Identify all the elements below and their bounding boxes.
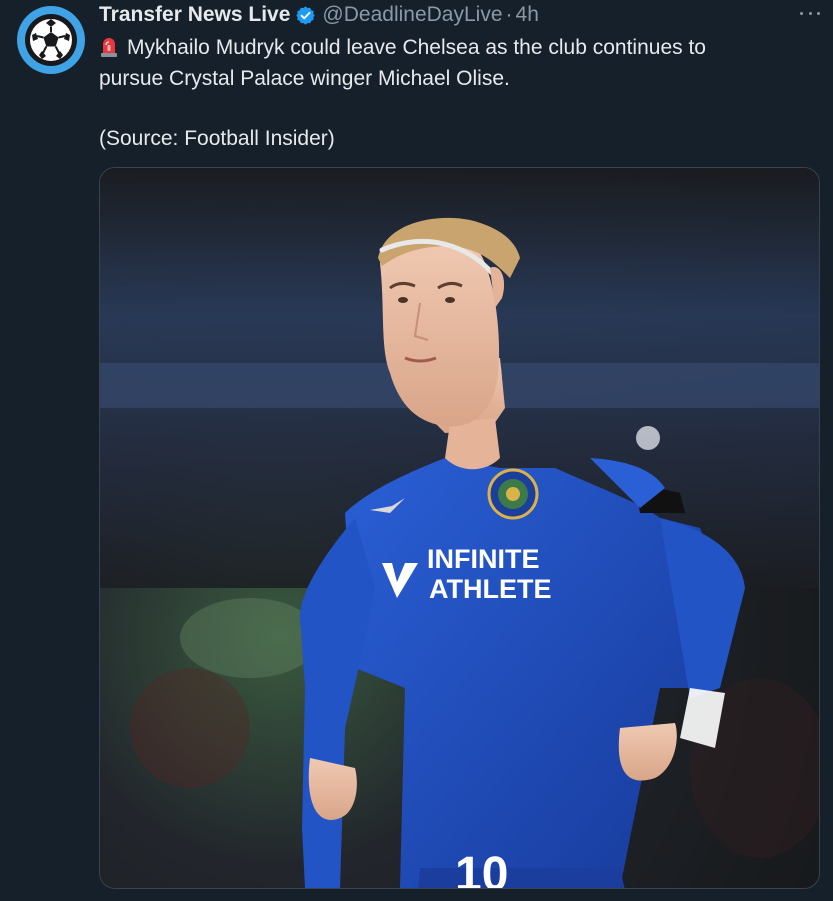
tweet-header: Transfer News Live @DeadlineDayLive · 4h <box>99 1 539 29</box>
author-avatar[interactable] <box>17 6 85 74</box>
tweet-timestamp[interactable]: 4h <box>516 3 539 27</box>
shirt-number: 10 <box>455 848 508 889</box>
siren-icon <box>99 35 119 57</box>
more-options-icon[interactable] <box>800 6 820 20</box>
tweet-source-line: (Source: Football Insider) <box>99 127 335 150</box>
author-name[interactable]: Transfer News Live <box>99 3 290 27</box>
chelsea-crest <box>487 468 539 520</box>
tweet-text-line-2: pursue Crystal Palace winger Michael Oli… <box>99 67 510 90</box>
header-separator: · <box>505 3 513 26</box>
tweet-body: Mykhailo Mudryk could leave Chelsea as t… <box>99 32 799 154</box>
soccer-ball-icon <box>25 14 77 66</box>
shirt-sponsor-line-1: INFINITE <box>427 544 540 574</box>
shirt-sponsor-line-2: ATHLETE <box>429 574 552 604</box>
author-handle[interactable]: @DeadlineDayLive <box>322 3 502 27</box>
tweet-text-line-1: Mykhailo Mudryk could leave Chelsea as t… <box>127 36 706 59</box>
verified-badge-icon <box>295 5 316 26</box>
tweet-media-photo[interactable]: INFINITE ATHLETE 10 <box>99 167 820 889</box>
